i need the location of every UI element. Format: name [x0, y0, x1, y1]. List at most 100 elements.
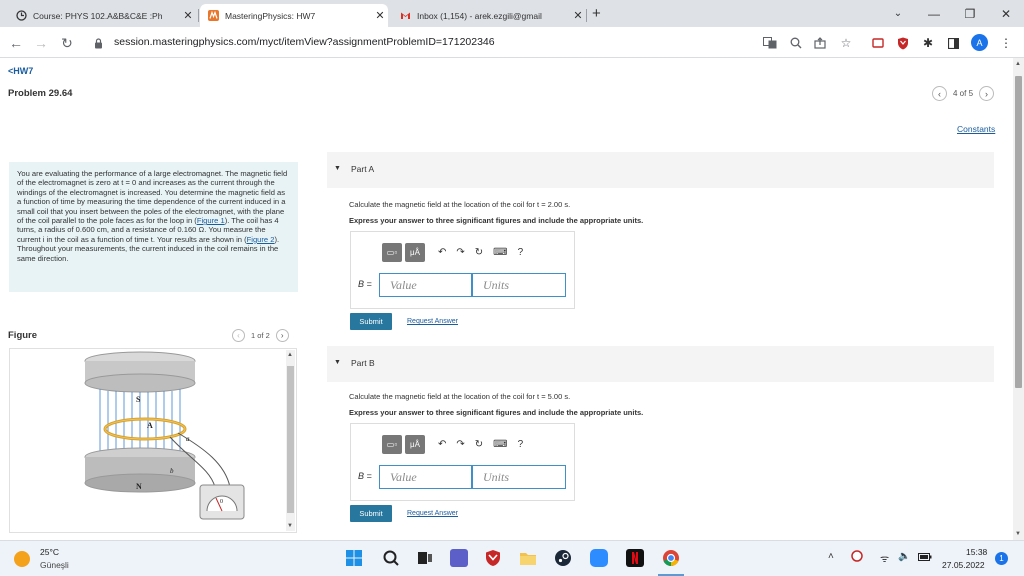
new-tab-button[interactable]: + — [592, 5, 601, 22]
tab-mastering[interactable]: MasteringPhysics: HW7 ✕ — [200, 4, 388, 27]
restore-button[interactable]: ❐ — [952, 0, 988, 27]
tray-app-icon[interactable] — [851, 550, 863, 565]
close-tab-icon[interactable]: ✕ — [570, 9, 586, 22]
netflix-icon[interactable] — [626, 549, 644, 567]
value-input[interactable]: Value — [379, 273, 472, 297]
submit-button[interactable]: Submit — [350, 313, 392, 330]
wifi-icon[interactable]: ᯤ — [880, 551, 889, 565]
prev-problem-button[interactable]: ‹ — [932, 86, 947, 101]
reload-button[interactable]: ↻ — [57, 33, 77, 53]
value-input[interactable]: Value — [379, 465, 472, 489]
task-view-icon[interactable] — [416, 549, 434, 567]
prev-figure-button[interactable]: ‹ — [232, 329, 245, 342]
submit-button[interactable]: Submit — [350, 505, 392, 522]
volume-icon[interactable]: 🔈 — [898, 551, 910, 562]
shield-extension-icon[interactable] — [895, 35, 911, 51]
battery-icon[interactable] — [918, 553, 932, 564]
clock-date[interactable]: 27.05.2022 — [942, 560, 985, 570]
search-icon[interactable] — [382, 549, 400, 567]
address-bar[interactable]: session.masteringphysics.com/myct/itemVi… — [88, 31, 858, 53]
steam-icon[interactable] — [554, 549, 572, 567]
units-input[interactable]: Units — [472, 273, 566, 297]
figure-2-link[interactable]: Figure 2 — [247, 235, 275, 244]
templates-button[interactable]: ▭▫ — [382, 435, 402, 454]
reset-icon[interactable]: ↻ — [475, 439, 483, 450]
problem-title: Problem 29.64 — [8, 88, 73, 99]
zoom-app-icon[interactable] — [590, 549, 608, 567]
area-label: A — [147, 421, 153, 430]
scroll-up-icon[interactable]: ▲ — [1015, 61, 1021, 67]
teams-icon[interactable] — [450, 549, 468, 567]
keyboard-icon[interactable]: ⌨ — [493, 439, 507, 450]
show-hidden-icons[interactable]: ˄ — [828, 551, 834, 562]
menu-kebab-icon[interactable]: ⋮ — [998, 35, 1014, 51]
units-input[interactable]: Units — [472, 465, 566, 489]
undo-icon[interactable]: ↶ — [438, 247, 446, 258]
weather-condition[interactable]: Güneşli — [40, 560, 69, 570]
templates-button[interactable]: ▭▫ — [382, 243, 402, 262]
weather-temperature[interactable]: 25°C — [40, 547, 59, 557]
clock-time[interactable]: 15:38 — [966, 547, 987, 557]
notification-badge[interactable]: 1 — [995, 552, 1008, 565]
variable-label: B = — [358, 279, 372, 289]
url-text: session.masteringphysics.com/myct/itemVi… — [114, 36, 495, 48]
back-button[interactable]: ← — [6, 33, 26, 53]
part-question: Calculate the magnetic field at the loca… — [349, 392, 571, 401]
help-button[interactable]: ? — [518, 439, 524, 450]
mastering-icon — [208, 10, 219, 21]
part-b-header[interactable]: ▼ Part B — [327, 346, 994, 382]
sun-icon[interactable] — [14, 551, 30, 567]
scroll-down-icon[interactable]: ▼ — [287, 523, 293, 529]
request-answer-link[interactable]: Request Answer — [407, 510, 458, 517]
moodle-icon — [16, 10, 27, 21]
chrome-icon[interactable] — [662, 549, 680, 567]
tab-gmail[interactable]: Inbox (1,154) - arek.ezgili@gmail ✕ — [392, 4, 586, 27]
page-scroll-thumb[interactable] — [1015, 76, 1022, 388]
tab-search-icon[interactable]: ⌄ — [880, 0, 916, 27]
forward-button[interactable]: → — [31, 33, 51, 53]
request-answer-link[interactable]: Request Answer — [407, 318, 458, 325]
collapse-arrow-icon[interactable]: ▼ — [334, 165, 341, 172]
next-problem-button[interactable]: › — [979, 86, 995, 101]
page-scrollbar[interactable]: ▲ ▼ — [1013, 58, 1024, 540]
constants-link[interactable]: Constants — [957, 124, 995, 134]
redo-icon[interactable]: ↷ — [456, 247, 464, 258]
redo-icon[interactable]: ↷ — [456, 439, 464, 450]
close-tab-icon[interactable]: ✕ — [372, 9, 388, 22]
scroll-up-icon[interactable]: ▲ — [287, 352, 293, 358]
zoom-icon[interactable] — [788, 35, 804, 51]
translate-icon[interactable] — [762, 35, 778, 51]
figure-1-link[interactable]: Figure 1 — [197, 216, 225, 225]
mcafee-icon[interactable] — [484, 549, 502, 567]
extensions-puzzle-icon[interactable]: ✱ — [920, 35, 936, 51]
close-tab-icon[interactable]: ✕ — [180, 9, 196, 22]
keyboard-icon[interactable]: ⌨ — [493, 247, 507, 258]
collapse-arrow-icon[interactable]: ▼ — [334, 359, 341, 366]
units-button[interactable]: μÅ — [405, 243, 425, 262]
problem-intro: You are evaluating the performance of a … — [9, 162, 298, 292]
part-a-header[interactable]: ▼ Part A — [327, 152, 994, 188]
tab-divider — [586, 9, 587, 22]
tab-course[interactable]: Course: PHYS 102.A&B&C&E :Ph ✕ — [8, 4, 196, 27]
share-icon[interactable] — [812, 35, 828, 51]
figure-scrollbar[interactable]: ▲ ▼ — [286, 350, 295, 531]
units-button[interactable]: μÅ — [405, 435, 425, 454]
next-figure-button[interactable]: › — [275, 329, 289, 342]
bookmark-star-icon[interactable]: ☆ — [838, 35, 854, 51]
back-to-hw-link[interactable]: <HW7 — [8, 66, 33, 76]
figure-scroll-thumb[interactable] — [287, 366, 294, 513]
help-button[interactable]: ? — [518, 247, 524, 258]
profile-avatar[interactable]: A — [971, 34, 988, 51]
extension-icon-1[interactable] — [870, 35, 886, 51]
minimize-button[interactable]: — — [916, 0, 952, 27]
file-explorer-icon[interactable] — [519, 549, 537, 567]
windows-start-icon[interactable] — [345, 549, 363, 567]
part-instruction: Express your answer to three significant… — [349, 216, 644, 225]
scroll-down-icon[interactable]: ▼ — [1015, 531, 1021, 537]
reset-icon[interactable]: ↻ — [475, 247, 483, 258]
close-window-button[interactable]: ✕ — [988, 0, 1024, 27]
side-panel-icon[interactable] — [945, 35, 961, 51]
lock-icon[interactable] — [94, 36, 103, 54]
browser-toolbar: ← → ↻ session.masteringphysics.com/myct/… — [0, 27, 1024, 58]
undo-icon[interactable]: ↶ — [438, 439, 446, 450]
